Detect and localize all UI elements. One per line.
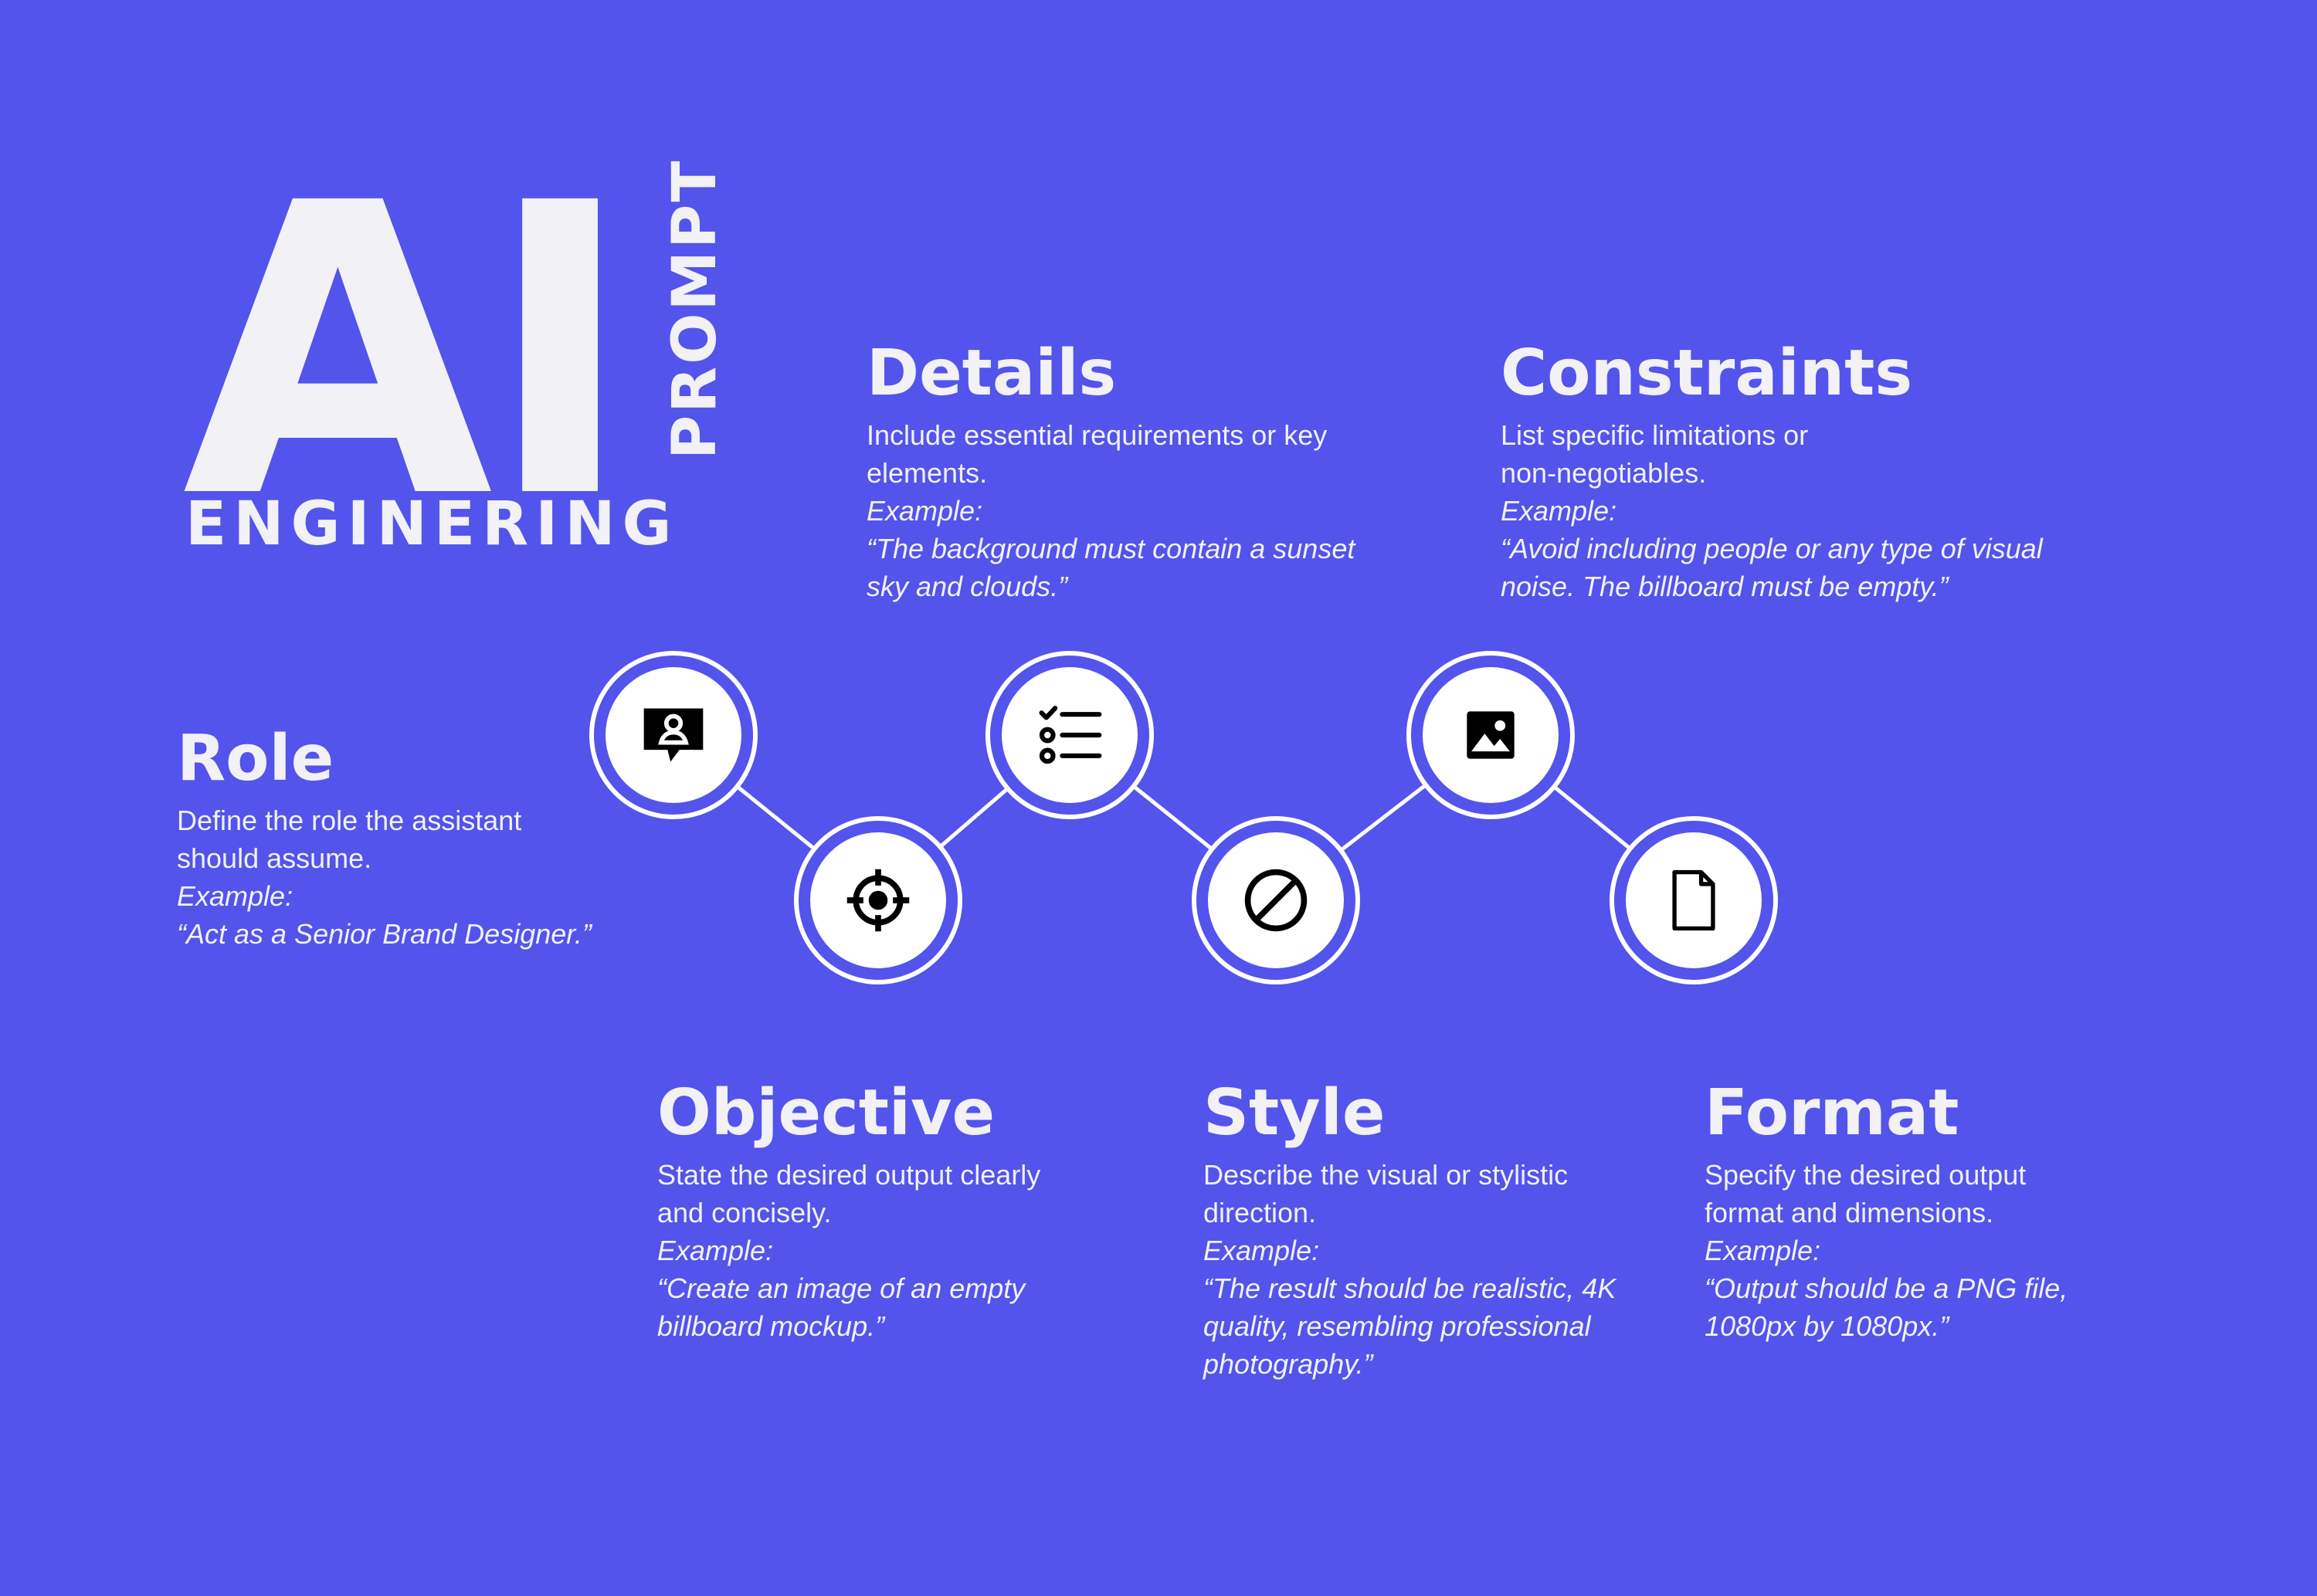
card-objective-description: State the desired output clearly and con… [657,1159,1041,1228]
card-role-example-label: Example: [177,880,293,912]
card-format-example: “Output should be a PNG file, 1080px by … [1705,1272,2068,1342]
card-role: Role Define the role the assistant shoul… [177,727,609,953]
prohibited-icon [1244,869,1308,932]
card-constraints-title: Constraints [1501,337,1913,410]
node-format [1610,816,1778,984]
card-details: Details Include essential requirements o… [867,342,1361,605]
card-role-example: “Act as a Senior Brand Designer.” [177,918,592,950]
card-constraints-example-label: Example: [1501,495,1617,527]
node-role [589,651,758,819]
card-objective-title: Objective [657,1076,996,1150]
card-format: Format Specify the desired output format… [1705,1082,2106,1345]
card-details-title: Details [867,337,1117,410]
target-icon [846,869,910,932]
card-constraints-example: “Avoid including people or any type of v… [1501,533,2043,602]
node-style [1192,816,1360,984]
node-objective [794,816,962,984]
card-style-title: Style [1203,1076,1386,1150]
card-format-title: Format [1705,1076,1959,1150]
card-details-example: “The background must contain a sunset sk… [867,533,1355,602]
card-constraints-description: List specific limitations or non-negotia… [1501,419,1809,489]
card-constraints: Constraints List specific limitations or… [1501,342,2057,605]
image-icon [1467,711,1515,759]
user-chat-icon [643,708,704,762]
card-style-description: Describe the visual or stylistic directi… [1203,1159,1569,1228]
card-style-example-label: Example: [1203,1235,1320,1266]
card-objective-example: “Create an image of an empty billboard m… [657,1272,1026,1342]
card-role-title: Role [177,722,334,795]
card-role-description: Define the role the assistant should ass… [177,805,522,874]
checklist-icon [1039,706,1102,764]
card-details-description: Include essential requirements or key el… [867,419,1328,489]
document-icon [1672,869,1715,931]
card-format-example-label: Example: [1705,1235,1821,1266]
node-constraints [1406,651,1575,819]
card-objective: Objective State the desired output clear… [657,1082,1090,1345]
card-objective-example-label: Example: [657,1235,774,1266]
card-style: Style Describe the visual or stylistic d… [1203,1082,1636,1383]
card-details-example-label: Example: [867,495,983,527]
card-style-example: “The result should be realistic, 4K qual… [1203,1272,1616,1380]
card-format-description: Specify the desired output format and di… [1705,1159,2027,1228]
node-details [985,651,1154,819]
